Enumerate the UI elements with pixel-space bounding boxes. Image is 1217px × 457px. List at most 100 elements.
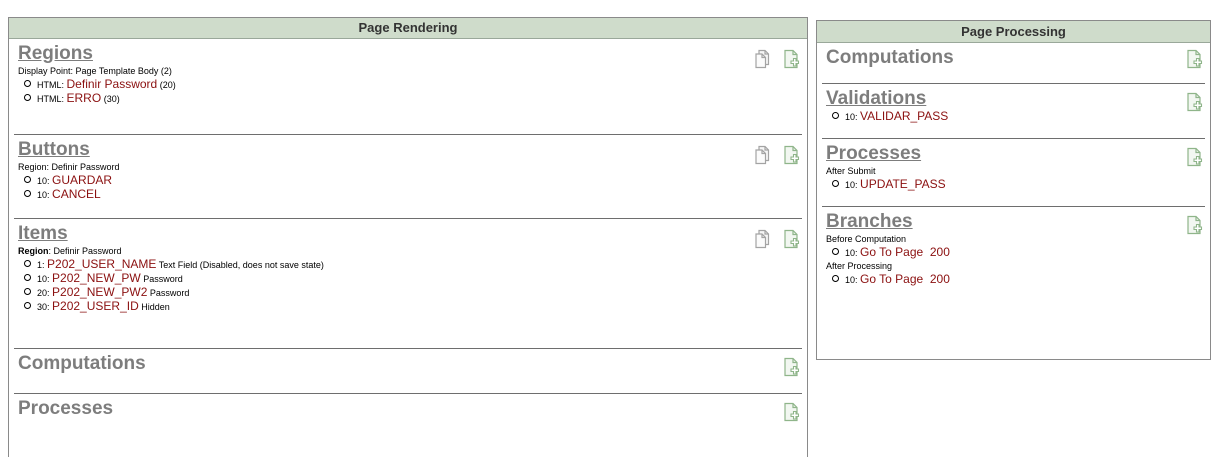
list-item: 10: CANCEL	[18, 188, 802, 202]
list-item: 10: Go To Page 200	[826, 273, 1205, 287]
list-item: 10: P202_NEW_PW Password	[18, 272, 802, 286]
regions-title-link[interactable]: Regions	[18, 43, 93, 65]
process-seq: 10:	[845, 180, 858, 190]
region-value: : Definir Password	[48, 246, 122, 256]
regions-actions	[748, 49, 802, 69]
button-seq: 10:	[37, 176, 50, 186]
add-icon[interactable]	[1185, 49, 1205, 69]
list-item: 1: P202_USER_NAME Text Field (Disabled, …	[18, 258, 802, 272]
item-desc: Hidden	[141, 302, 170, 312]
button-link-cancel[interactable]: CANCEL	[52, 187, 101, 201]
processing-computations-actions	[1180, 49, 1205, 69]
branch-link-after[interactable]: Go To Page 200	[860, 272, 950, 286]
item-seq: 30:	[37, 302, 50, 312]
validations-title-link[interactable]: Validations	[826, 88, 926, 110]
bullet-icon	[832, 180, 839, 187]
item-link-p202-new-pw[interactable]: P202_NEW_PW	[52, 271, 141, 285]
copy-icon[interactable]	[753, 229, 773, 249]
item-desc: Text Field (Disabled, does not save stat…	[158, 260, 324, 270]
button-seq: 10:	[37, 190, 50, 200]
branch-seq: 10:	[845, 275, 858, 285]
item-desc: Password	[143, 274, 183, 284]
item-seq: 1:	[37, 260, 45, 270]
item-link-p202-user-name[interactable]: P202_USER_NAME	[47, 257, 156, 271]
bullet-icon	[24, 94, 31, 101]
add-icon[interactable]	[782, 49, 802, 69]
add-icon[interactable]	[782, 402, 802, 422]
branches-actions	[1180, 215, 1205, 235]
buttons-section: Buttons Region: Definir Password 10: GUA…	[14, 135, 802, 219]
item-link-p202-new-pw2[interactable]: P202_NEW_PW2	[52, 285, 147, 299]
branch-link-before[interactable]: Go To Page 200	[860, 245, 950, 259]
processing-processes-section: Processes After Submit 10: UPDATE_PASS	[822, 139, 1205, 207]
region-label-bold: Region	[18, 246, 49, 256]
items-section: Items Region: Definir Password 1: P202_U…	[14, 219, 802, 349]
processing-processes-actions	[1180, 147, 1205, 167]
item-desc: Password	[149, 288, 190, 298]
region-type: HTML:	[37, 80, 64, 90]
validation-seq: 10:	[845, 112, 858, 122]
items-title-link[interactable]: Items	[18, 223, 68, 245]
add-icon[interactable]	[1185, 92, 1205, 112]
bullet-icon	[24, 176, 31, 183]
add-icon[interactable]	[1185, 147, 1205, 167]
item-link-p202-user-id[interactable]: P202_USER_ID	[52, 299, 139, 313]
list-item: 10: Go To Page 200	[826, 246, 1205, 260]
region-link-erro[interactable]: ERRO	[67, 91, 102, 105]
rendering-computations-title: Computations	[18, 353, 146, 374]
list-item: 20: P202_NEW_PW2 Password	[18, 286, 802, 300]
bullet-icon	[24, 274, 31, 281]
validations-section: Validations 10: VALIDAR_PASS	[822, 84, 1205, 139]
bullet-icon	[24, 302, 31, 309]
rendering-processes-section: Processes	[14, 394, 802, 438]
copy-icon[interactable]	[753, 49, 773, 69]
button-link-guardar[interactable]: GUARDAR	[52, 173, 112, 187]
branch-seq: 10:	[845, 248, 858, 258]
processing-computations-section: Computations	[822, 43, 1205, 84]
list-item: HTML: ERRO (30)	[18, 92, 802, 106]
processes-actions	[777, 402, 802, 422]
add-icon[interactable]	[782, 229, 802, 249]
page-rendering-header: Page Rendering	[9, 18, 807, 39]
item-seq: 10:	[37, 274, 50, 284]
buttons-title-link[interactable]: Buttons	[18, 139, 90, 161]
bullet-icon	[832, 112, 839, 119]
regions-section: Regions Display Point: Page Template Bod…	[14, 39, 802, 135]
bullet-icon	[24, 288, 31, 295]
list-item: 30: P202_USER_ID Hidden	[18, 300, 802, 314]
region-type: HTML:	[37, 94, 64, 104]
item-seq: 20:	[37, 288, 50, 298]
processing-computations-title: Computations	[826, 47, 954, 68]
buttons-region-label: Region: Definir Password	[18, 162, 120, 172]
rendering-processes-title: Processes	[18, 398, 114, 419]
region-seq: (30)	[103, 94, 120, 104]
branches-title-link[interactable]: Branches	[826, 211, 913, 233]
list-item: 10: VALIDAR_PASS	[826, 110, 1205, 124]
page-processing-panel: Page Processing Computations Validations…	[816, 20, 1211, 360]
bullet-icon	[24, 80, 31, 87]
items-actions	[748, 229, 802, 249]
copy-icon[interactable]	[753, 145, 773, 165]
processing-processes-title-link[interactable]: Processes	[826, 143, 921, 165]
computations-actions	[777, 357, 802, 377]
page-processing-header: Page Processing	[817, 21, 1210, 43]
process-link-update-pass[interactable]: UPDATE_PASS	[860, 177, 946, 191]
list-item: 10: UPDATE_PASS	[826, 178, 1205, 192]
branches-section: Branches Before Computation 10: Go To Pa…	[822, 207, 1205, 317]
page-rendering-panel: Page Rendering Regions Display Point: Pa…	[8, 17, 808, 457]
validation-link-validar-pass[interactable]: VALIDAR_PASS	[860, 109, 948, 123]
bullet-icon	[24, 260, 31, 267]
add-icon[interactable]	[1185, 215, 1205, 235]
region-link-definir-password[interactable]: Definir Password	[67, 77, 158, 91]
bullet-icon	[24, 190, 31, 197]
add-icon[interactable]	[782, 145, 802, 165]
bullet-icon	[832, 248, 839, 255]
buttons-actions	[748, 145, 802, 165]
list-item: 10: GUARDAR	[18, 174, 802, 188]
validations-actions	[1180, 92, 1205, 112]
bullet-icon	[832, 275, 839, 282]
rendering-computations-section: Computations	[14, 349, 802, 394]
region-seq: (20)	[159, 80, 176, 90]
add-icon[interactable]	[782, 357, 802, 377]
list-item: HTML: Definir Password (20)	[18, 78, 802, 92]
